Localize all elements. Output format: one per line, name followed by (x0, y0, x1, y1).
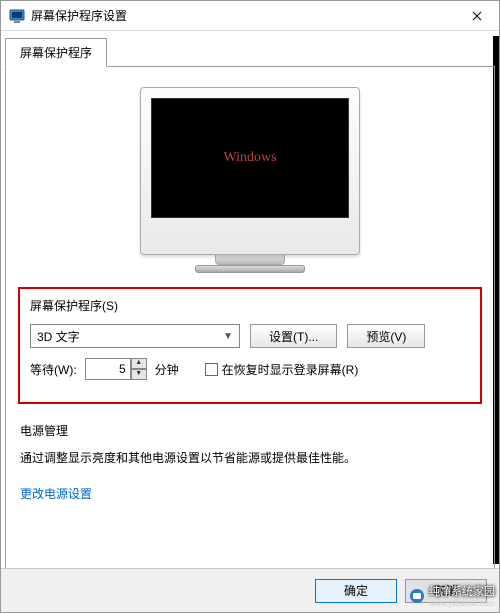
power-desc: 通过调整显示亮度和其他电源设置以节省能源或提供最佳性能。 (20, 449, 480, 467)
close-button[interactable] (454, 1, 499, 30)
spinner-down[interactable]: ▼ (131, 369, 147, 380)
resume-label-text: 在恢复时显示登录屏幕(R) (222, 361, 359, 378)
wait-input[interactable] (85, 358, 131, 380)
resume-checkbox-label[interactable]: 在恢复时显示登录屏幕(R) (205, 361, 359, 378)
wait-label: 等待(W): (30, 361, 77, 378)
spinner-up[interactable]: ▲ (131, 358, 147, 369)
watermark-icon (409, 588, 425, 604)
group-label: 屏幕保护程序(S) (30, 297, 470, 314)
settings-button[interactable]: 设置(T)... (250, 324, 337, 348)
tab-screensaver[interactable]: 屏幕保护程序 (5, 38, 107, 67)
preview-text: Windows (223, 150, 276, 166)
wait-unit: 分钟 (155, 361, 179, 378)
ok-button[interactable]: 确定 (315, 579, 397, 603)
screensaver-dropdown[interactable]: 3D 文字 ▼ (30, 324, 240, 348)
preview-wrap: Windows (18, 81, 482, 287)
chevron-down-icon: ▼ (223, 331, 233, 342)
preview-button[interactable]: 预览(V) (347, 324, 425, 348)
watermark-url: www.yidaimei.com (429, 599, 495, 608)
content-area: 屏幕保护程序 Windows 屏幕保护程序(S) (1, 31, 499, 574)
dropdown-value: 3D 文字 (37, 328, 80, 345)
titlebar-controls (454, 1, 499, 30)
preview-screen: Windows (151, 98, 349, 218)
screensaver-group: 屏幕保护程序(S) 3D 文字 ▼ 设置(T)... 预览(V) 等待(W): (18, 287, 482, 404)
resume-checkbox[interactable] (205, 363, 218, 376)
app-icon (9, 8, 25, 24)
monitor-preview: Windows (140, 87, 360, 273)
power-group: 电源管理 通过调整显示亮度和其他电源设置以节省能源或提供最佳性能。 更改电源设置 (18, 418, 482, 506)
wait-spinner[interactable]: ▲ ▼ (85, 358, 147, 380)
watermark-text: 纯净系统家园 (429, 583, 495, 599)
settings-dialog: 屏幕保护程序设置 屏幕保护程序 Windows (0, 0, 500, 613)
titlebar: 屏幕保护程序设置 (1, 1, 499, 31)
tab-container: 屏幕保护程序 Windows 屏幕保护程序(S) (5, 37, 495, 574)
tab-strip: 屏幕保护程序 (5, 37, 495, 66)
watermark: 纯净系统家园 www.yidaimei.com (409, 583, 495, 608)
power-title: 电源管理 (20, 422, 480, 439)
window-title: 屏幕保护程序设置 (31, 7, 454, 24)
power-link[interactable]: 更改电源设置 (20, 487, 92, 501)
tab-panel: Windows 屏幕保护程序(S) 3D 文字 ▼ 设置 (5, 66, 495, 574)
